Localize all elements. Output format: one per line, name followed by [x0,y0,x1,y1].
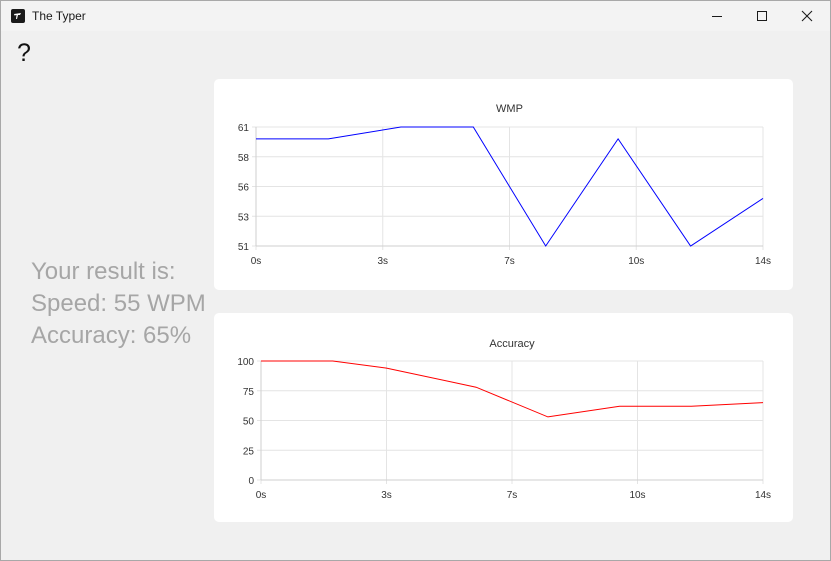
accuracy-y-tick-label: 25 [243,446,255,457]
wpm-chart: WMP 0s 3s 7s 10s 14s 51 53 56 58 61 [238,103,771,267]
wpm-x-tick-label: 0s [251,256,262,267]
accuracy-x-tick-label: 0s [256,490,267,501]
speed-result: Speed: 55 WPM [31,290,206,317]
accuracy-result: Accuracy: 65% [31,322,192,349]
accuracy-y-tick-label: 75 [243,387,255,398]
wpm-y-tick-label: 56 [238,183,250,194]
close-icon [801,10,813,22]
maximize-button[interactable] [739,1,785,31]
accuracy-y-tick-label: 50 [243,417,255,428]
app-window: The Typer ? Your result is: Speed: 55 WP… [0,0,831,561]
minimize-button[interactable] [694,1,740,31]
result-heading: Your result is: [31,258,176,285]
close-button[interactable] [784,1,830,31]
wpm-y-tick-label: 61 [238,123,250,134]
accuracy-y-tick-label: 100 [237,357,254,368]
accuracy-chart-card: Accuracy 0s 3s 7s 10s 14s 0 25 50 75 100 [214,313,793,522]
wpm-x-tick-label: 10s [628,256,644,267]
wpm-y-tick-label: 58 [238,153,250,164]
accuracy-x-tick-label: 7s [507,490,518,501]
wpm-y-tick-label: 51 [238,242,250,253]
accuracy-y-tick-label: 0 [248,476,254,487]
minimize-icon [712,16,722,17]
maximize-icon [757,11,767,21]
accuracy-chart: Accuracy 0s 3s 7s 10s 14s 0 25 50 75 100 [237,338,771,501]
wpm-x-tick-label: 3s [377,256,388,267]
result-summary: Your result is: Speed: 55 WPM Accuracy: … [31,256,206,352]
window-title: The Typer [32,9,86,23]
help-button[interactable]: ? [17,38,31,68]
accuracy-x-tick-label: 3s [381,490,392,501]
accuracy-chart-title: Accuracy [489,338,535,350]
wpm-x-tick-label: 7s [504,256,515,267]
wpm-x-tick-label: 14s [755,256,771,267]
accuracy-x-tick-label: 14s [755,490,771,501]
wpm-chart-card: WMP 0s 3s 7s 10s 14s 51 53 56 58 61 [214,79,793,290]
app-logo-icon [11,9,25,23]
title-bar[interactable]: The Typer [1,1,830,31]
wpm-y-tick-label: 53 [238,212,250,223]
wpm-chart-title: WMP [496,103,523,115]
accuracy-x-tick-label: 10s [629,490,645,501]
